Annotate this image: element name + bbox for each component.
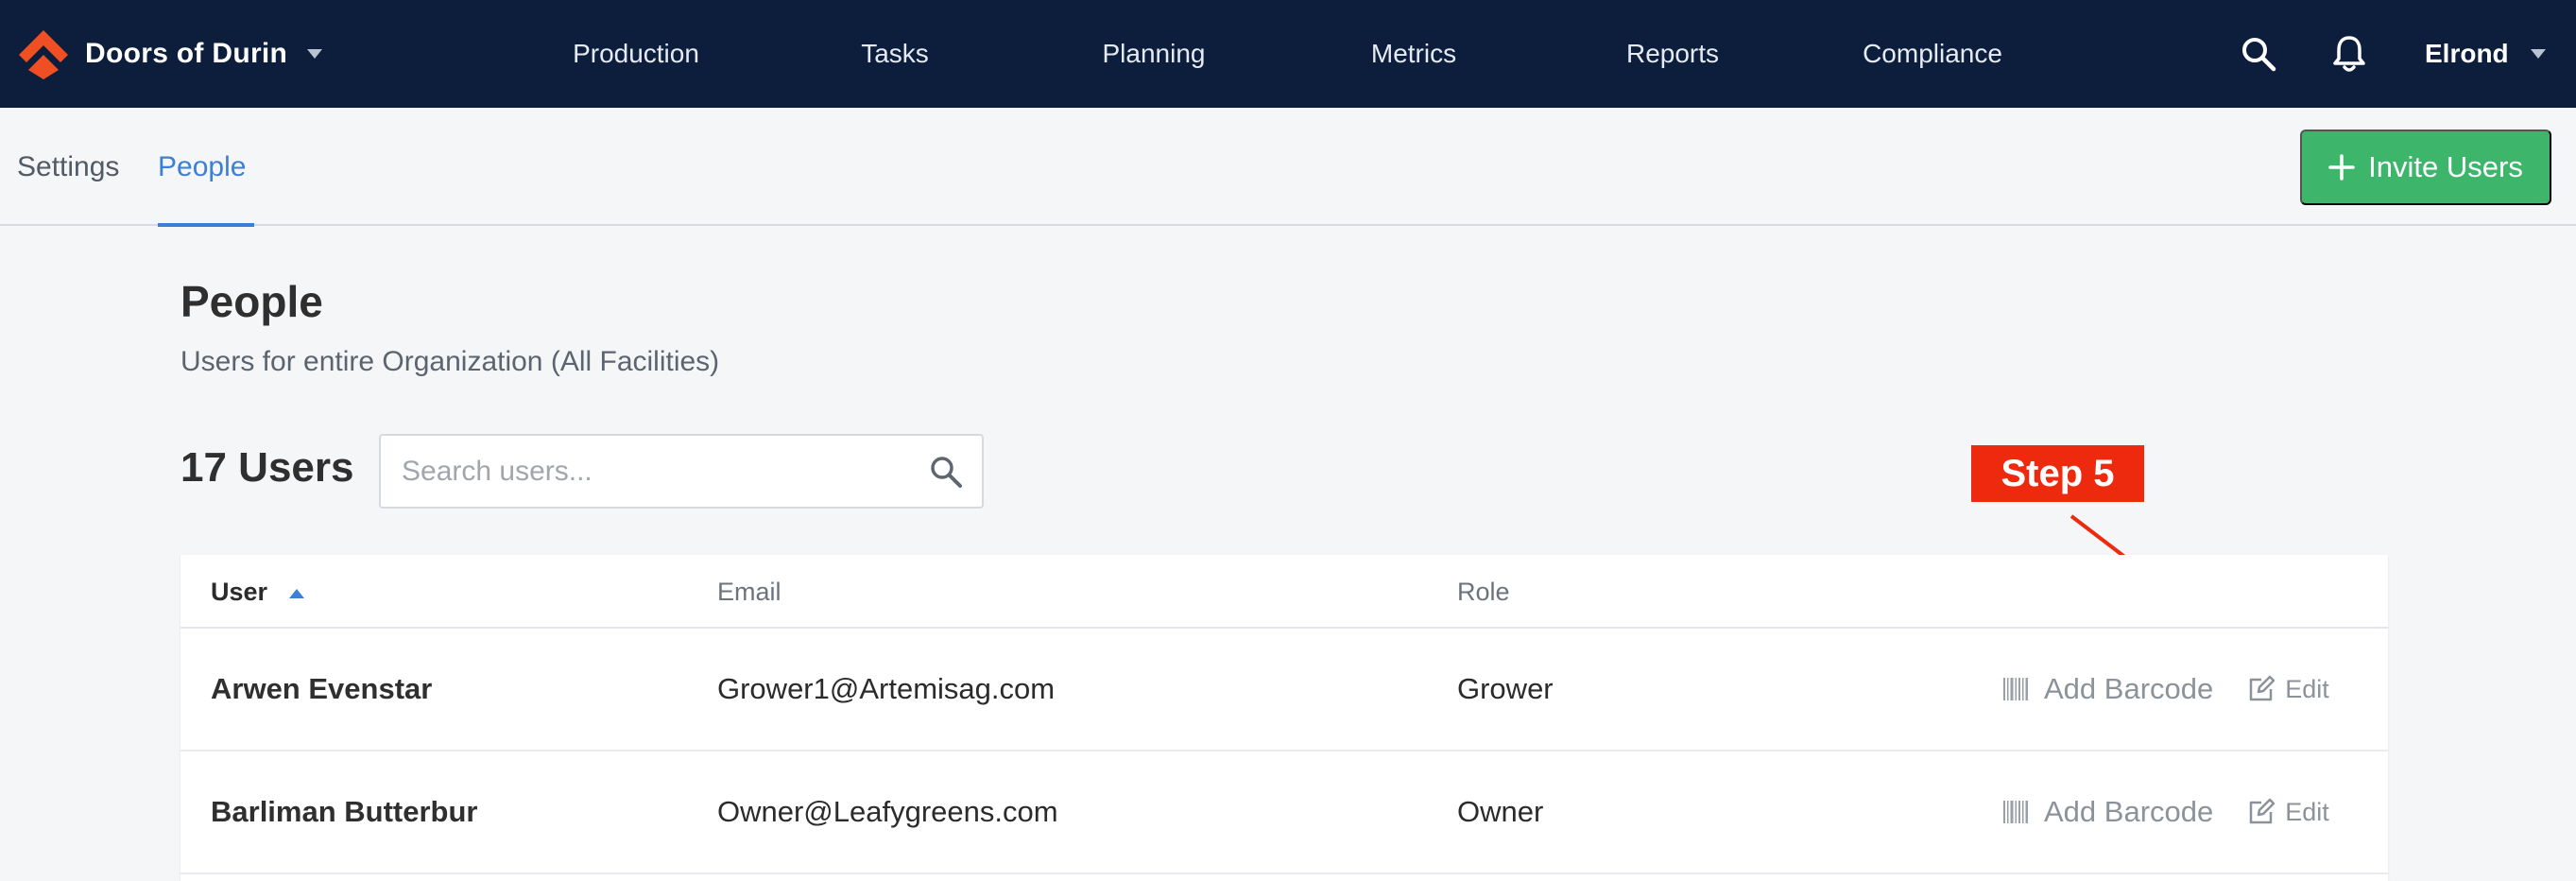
invite-users-label: Invite Users: [2368, 150, 2523, 183]
row-actions: Add Barcode Edit: [2002, 629, 2329, 750]
nav-tasks[interactable]: Tasks: [861, 0, 929, 108]
add-barcode-button[interactable]: Add Barcode: [2002, 672, 2213, 706]
table-row: Barliman Butterbur Owner@Leafygreens.com…: [180, 751, 2388, 874]
tab-settings[interactable]: Settings: [17, 108, 119, 226]
users-count: 17 Users: [180, 444, 354, 491]
user-email-cell: Grower1@Artemisag.com: [717, 672, 1056, 705]
page-title: People: [180, 277, 323, 326]
user-role-cell: Owner: [1457, 795, 1544, 828]
bell-icon[interactable]: [2332, 34, 2366, 74]
edit-user-button[interactable]: Edit: [2247, 675, 2329, 704]
user-search-box: [379, 434, 984, 509]
column-header-user[interactable]: User: [211, 555, 305, 629]
user-name: Elrond: [2425, 39, 2509, 68]
search-icon[interactable]: [929, 455, 963, 489]
barcode-icon: [2003, 801, 2028, 823]
nav-metrics[interactable]: Metrics: [1371, 0, 1456, 108]
search-icon[interactable]: [2241, 36, 2276, 72]
nav-reports[interactable]: Reports: [1626, 0, 1719, 108]
chevron-down-icon: [307, 49, 323, 59]
plus-icon: [2328, 154, 2355, 181]
edit-label: Edit: [2285, 674, 2329, 703]
column-header-user-label: User: [211, 578, 268, 606]
edit-icon: [2249, 675, 2275, 701]
step-annotation-label: Step 5: [1971, 445, 2144, 502]
users-table: User Email Role Arwen Evenstar Grower1@A…: [180, 555, 2388, 881]
column-header-role[interactable]: Role: [1457, 555, 1510, 629]
user-search-input[interactable]: [402, 436, 912, 507]
user-name-cell: Barliman Butterbur: [211, 795, 478, 828]
brand-logo-icon: [19, 30, 68, 79]
nav-planning[interactable]: Planning: [1103, 0, 1206, 108]
organization-name: Doors of Durin: [85, 38, 288, 69]
tab-people[interactable]: People: [158, 108, 246, 226]
user-menu[interactable]: Elrond: [2425, 0, 2547, 108]
nav-compliance[interactable]: Compliance: [1863, 0, 2002, 108]
add-barcode-label: Add Barcode: [2044, 672, 2214, 705]
edit-user-button[interactable]: Edit: [2247, 798, 2329, 827]
edit-icon: [2249, 798, 2275, 824]
add-barcode-button[interactable]: Add Barcode: [2002, 795, 2213, 829]
user-name-cell: Arwen Evenstar: [211, 672, 433, 705]
organization-switcher[interactable]: Doors of Durin: [17, 26, 323, 81]
invite-users-button[interactable]: Invite Users: [2300, 130, 2551, 205]
column-header-email[interactable]: Email: [717, 555, 781, 629]
user-role-cell: Grower: [1457, 672, 1554, 705]
table-row: Arwen Evenstar Grower1@Artemisag.com Gro…: [180, 629, 2388, 751]
add-barcode-label: Add Barcode: [2044, 795, 2214, 828]
chevron-down-icon: [2530, 49, 2546, 59]
nav-production[interactable]: Production: [573, 0, 699, 108]
edit-label: Edit: [2285, 797, 2329, 826]
settings-subheader: Settings People Invite Users: [0, 108, 2576, 227]
sort-ascending-icon: [288, 588, 304, 598]
barcode-icon: [2003, 678, 2028, 700]
table-header-row: User Email Role: [180, 555, 2388, 629]
user-email-cell: Owner@Leafygreens.com: [717, 795, 1058, 828]
active-tab-indicator: [158, 223, 254, 227]
row-actions: Add Barcode Edit: [2002, 751, 2329, 872]
page-subtitle: Users for entire Organization (All Facil…: [180, 346, 720, 377]
top-navigation-bar: Doors of Durin Production Tasks Planning…: [0, 0, 2576, 108]
